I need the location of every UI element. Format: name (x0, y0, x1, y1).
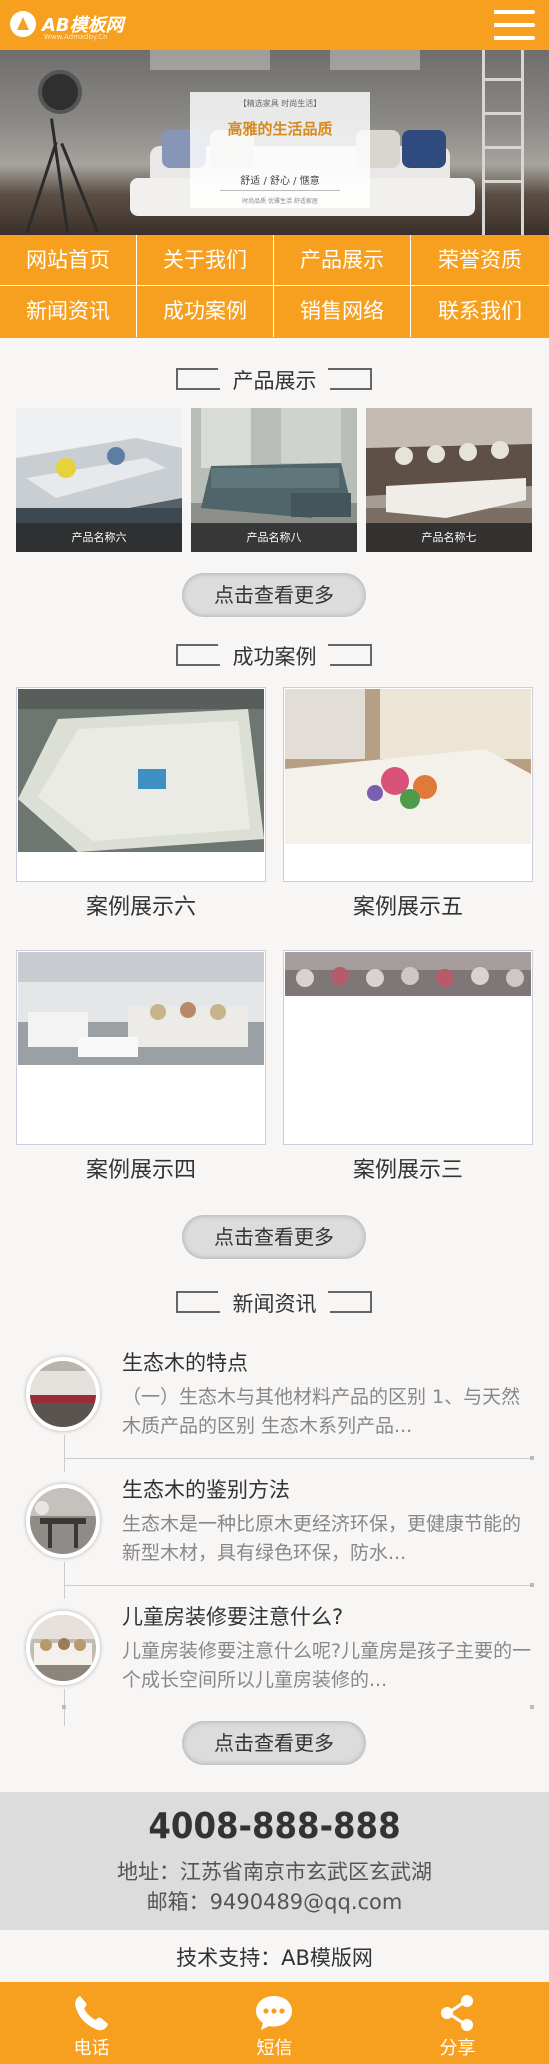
logo-subtext: Www.Admxdby.Cn (44, 33, 108, 41)
nav-item-products[interactable]: 产品展示 (274, 235, 411, 286)
news-item[interactable]: 生态木的特点 （一）生态木与其他材料产品的区别 1、与天然木质产品的区别 生态木… (24, 1347, 534, 1472)
share-icon (441, 1995, 473, 2031)
timeline-line (64, 1435, 65, 1472)
contact-panel: 4008-888-888 地址：江苏省南京市玄武区玄武湖 邮箱：9490489@… (0, 1792, 549, 1930)
news-item[interactable]: 儿童房装修要注意什么? 儿童房装修要注意什么呢?儿童房是孩子主要的一个成长空间所… (24, 1601, 534, 1726)
news-more-button[interactable]: 点击查看更多 (182, 1721, 366, 1765)
bottom-action-bar: 电话 短信 分享 (0, 1982, 549, 2064)
title-bracket-right (328, 1291, 372, 1313)
divider (64, 1458, 534, 1459)
nav-item-about[interactable]: 关于我们 (137, 235, 274, 286)
banner-footnote: 时尚品质 优雅生活 舒适家居 (242, 198, 318, 205)
shelf-decor (330, 50, 420, 70)
nav-item-home[interactable]: 网站首页 (0, 235, 137, 286)
title-bracket-left (176, 368, 220, 390)
divider (220, 190, 340, 191)
divider (64, 1585, 534, 1586)
news-title[interactable]: 生态木的鉴别方法 (122, 1474, 290, 1504)
share-button[interactable]: 分享 (366, 1982, 549, 2064)
nav-item-sales[interactable]: 销售网络 (274, 286, 411, 337)
title-bracket-right (328, 644, 372, 666)
timeline-dot (530, 1456, 534, 1460)
product-caption: 产品名称八 (191, 523, 357, 552)
case-image (285, 689, 531, 844)
title-bracket-left (176, 644, 220, 666)
timeline-dot (530, 1705, 534, 1709)
case-card[interactable]: 案例展示三 (283, 950, 533, 1183)
share-label: 分享 (439, 2038, 476, 2059)
title-bracket-left (176, 1291, 220, 1313)
product-caption: 产品名称七 (366, 523, 532, 552)
hamburger-menu-icon[interactable] (494, 10, 535, 40)
ladder-image (478, 50, 528, 235)
case-image (285, 952, 531, 996)
products-section-title: 产品展示 (0, 366, 549, 396)
products-title-text: 产品展示 (232, 369, 317, 393)
main-nav-grid: 网站首页 关于我们 产品展示 荣誉资质 新闻资讯 成功案例 销售网络 联系我们 (0, 235, 549, 338)
case-label: 案例展示六 (85, 895, 196, 920)
call-label: 电话 (73, 2038, 110, 2059)
news-summary: （一）生态木与其他材料产品的区别 1、与天然木质产品的区别 生态木系列产品... (122, 1386, 521, 1437)
nav-item-contact[interactable]: 联系我们 (411, 286, 549, 337)
news-section-title: 新闻资讯 (0, 1289, 549, 1319)
news-summary: 儿童房装修要注意什么呢?儿童房是孩子主要的一个成长空间所以儿童房装修的... (122, 1640, 532, 1691)
case-label: 案例展示三 (352, 1158, 463, 1183)
products-more-button[interactable]: 点击查看更多 (182, 573, 366, 617)
case-card[interactable]: 案例展示六 (16, 687, 266, 920)
case-label: 案例展示五 (352, 895, 463, 920)
case-label: 案例展示四 (85, 1158, 196, 1183)
news-title[interactable]: 儿童房装修要注意什么? (122, 1601, 343, 1631)
logo-mark-icon (10, 11, 36, 37)
product-card[interactable]: 产品名称七 (366, 408, 532, 552)
news-thumbnail (26, 1484, 100, 1558)
title-bracket-right (328, 368, 372, 390)
cases-more-button[interactable]: 点击查看更多 (182, 1215, 366, 1259)
nav-item-news[interactable]: 新闻资讯 (0, 286, 137, 337)
news-title[interactable]: 生态木的特点 (122, 1347, 248, 1377)
timeline-dot (62, 1705, 66, 1709)
news-thumbnail (26, 1357, 100, 1431)
news-item[interactable]: 生态木的鉴别方法 生态木是一种比原木更经济环保，更健康节能的新型木材，具有绿色环… (24, 1474, 534, 1599)
timeline-dot (530, 1583, 534, 1587)
email-text[interactable]: 邮箱：9490489@qq.com (0, 1886, 549, 1916)
case-card[interactable]: 案例展示五 (283, 687, 533, 920)
banner-slogan: 舒适 / 舒心 / 惬意 (240, 176, 320, 187)
sms-button[interactable]: 短信 (183, 1982, 366, 2064)
product-card[interactable]: 产品名称六 (16, 408, 182, 552)
case-image (18, 952, 264, 1065)
call-button[interactable]: 电话 (0, 1982, 183, 2064)
hero-banner[interactable]: 【精选家具 时尚生活】 高雅的生活品质 舒适 / 舒心 / 惬意 时尚品质 优雅… (0, 50, 549, 235)
banner-tag: 【精选家具 时尚生活】 (238, 99, 322, 108)
header-bar: AB模板网 Www.Admxdby.Cn (0, 0, 549, 50)
phone-icon (75, 1996, 108, 2031)
lamp-image (38, 70, 82, 114)
banner-title: 高雅的生活品质 (227, 120, 333, 138)
lamp-leg (50, 118, 69, 233)
shelf-decor (150, 50, 270, 70)
message-icon (256, 1996, 292, 2030)
nav-item-honors[interactable]: 荣誉资质 (411, 235, 549, 286)
banner-caption-board: 【精选家具 时尚生活】 高雅的生活品质 舒适 / 舒心 / 惬意 时尚品质 优雅… (190, 92, 370, 208)
site-logo[interactable]: AB模板网 Www.Admxdby.Cn (10, 9, 140, 43)
pillow-image (402, 130, 446, 168)
lamp-leg (25, 141, 58, 234)
address-text: 地址：江苏省南京市玄武区玄武湖 (117, 1860, 432, 1884)
cases-title-text: 成功案例 (232, 645, 317, 669)
cases-section-title: 成功案例 (0, 642, 549, 672)
timeline-line (64, 1562, 65, 1599)
news-summary: 生态木是一种比原木更经济环保，更健康节能的新型木材，具有绿色环保，防水... (122, 1513, 522, 1564)
hotline-number[interactable]: 4008-888-888 (0, 1806, 549, 1847)
product-card[interactable]: 产品名称八 (191, 408, 357, 552)
tech-support-text: 技术支持：AB模版网 (176, 1946, 373, 1970)
nav-item-cases[interactable]: 成功案例 (137, 286, 274, 337)
sms-label: 短信 (256, 2038, 293, 2059)
case-image (18, 689, 264, 852)
product-caption: 产品名称六 (16, 523, 182, 552)
news-thumbnail (26, 1611, 100, 1685)
case-card[interactable]: 案例展示四 (16, 950, 266, 1183)
news-title-text: 新闻资讯 (232, 1292, 317, 1316)
